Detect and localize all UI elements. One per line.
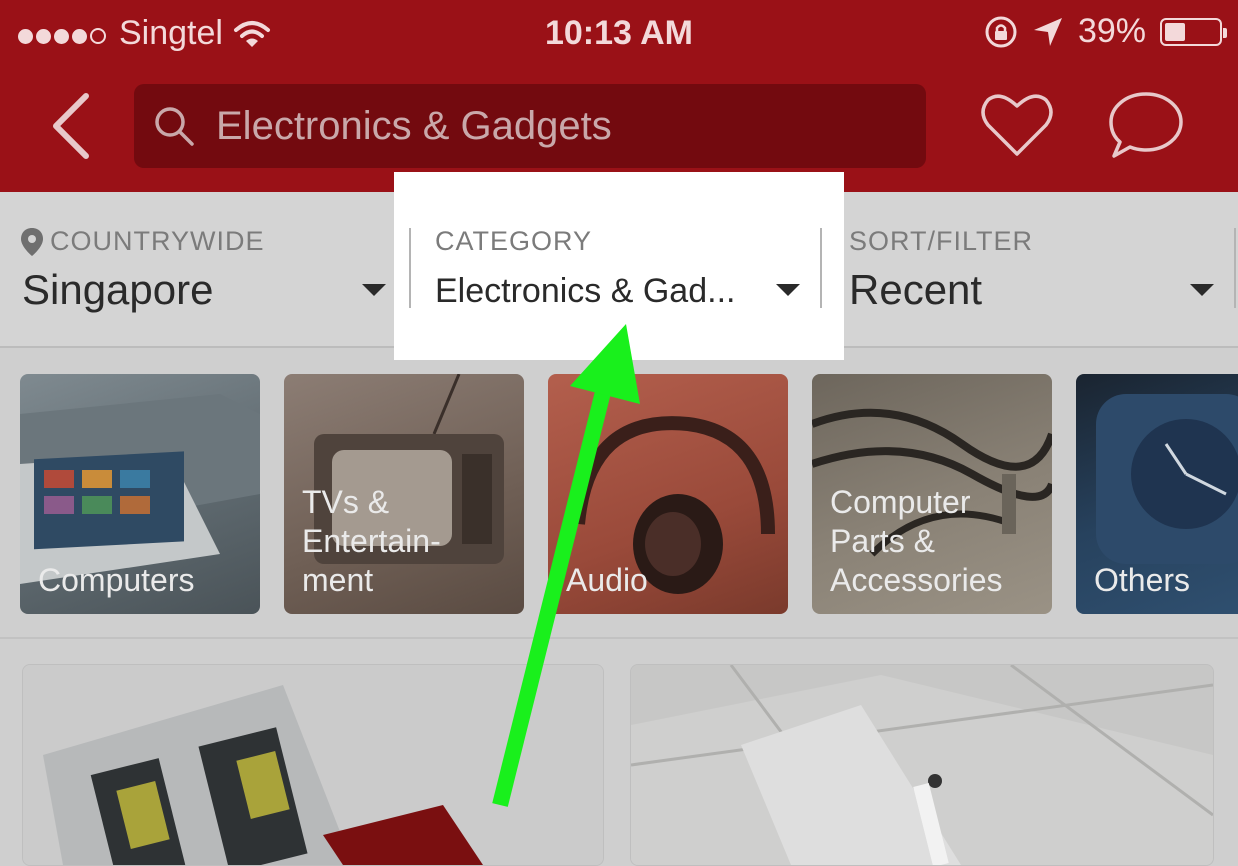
annotation-arrow-head [570,324,640,404]
annotation-arrow-overlay [492,324,640,807]
annotation-arrow-shaft [492,378,614,807]
